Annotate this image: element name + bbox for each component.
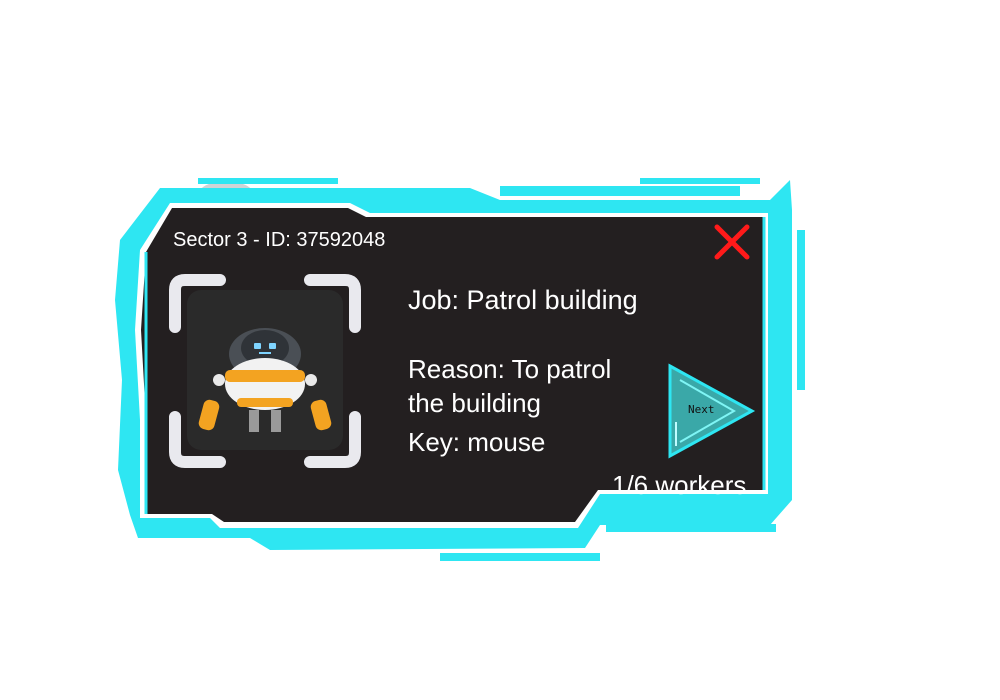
job-label: Job: Patrol building bbox=[408, 285, 638, 315]
reason-label: Reason: To patrol the building bbox=[408, 354, 612, 418]
accent-bar bbox=[500, 186, 740, 196]
hud-frame bbox=[115, 178, 805, 561]
accent-bar bbox=[198, 178, 338, 184]
next-button-label: Next bbox=[688, 403, 715, 416]
close-icon bbox=[714, 224, 750, 260]
workers-count: 1/6 workers bbox=[612, 470, 747, 500]
worker-portrait bbox=[165, 272, 365, 470]
accent-bar bbox=[606, 524, 776, 532]
accent-bar bbox=[797, 230, 805, 390]
accent-bar bbox=[640, 178, 760, 184]
sector-id-label: Sector 3 - ID: 37592048 bbox=[173, 229, 386, 251]
accent-bar bbox=[440, 553, 600, 561]
close-button[interactable] bbox=[712, 222, 752, 262]
key-label: Key: mouse bbox=[408, 427, 546, 457]
